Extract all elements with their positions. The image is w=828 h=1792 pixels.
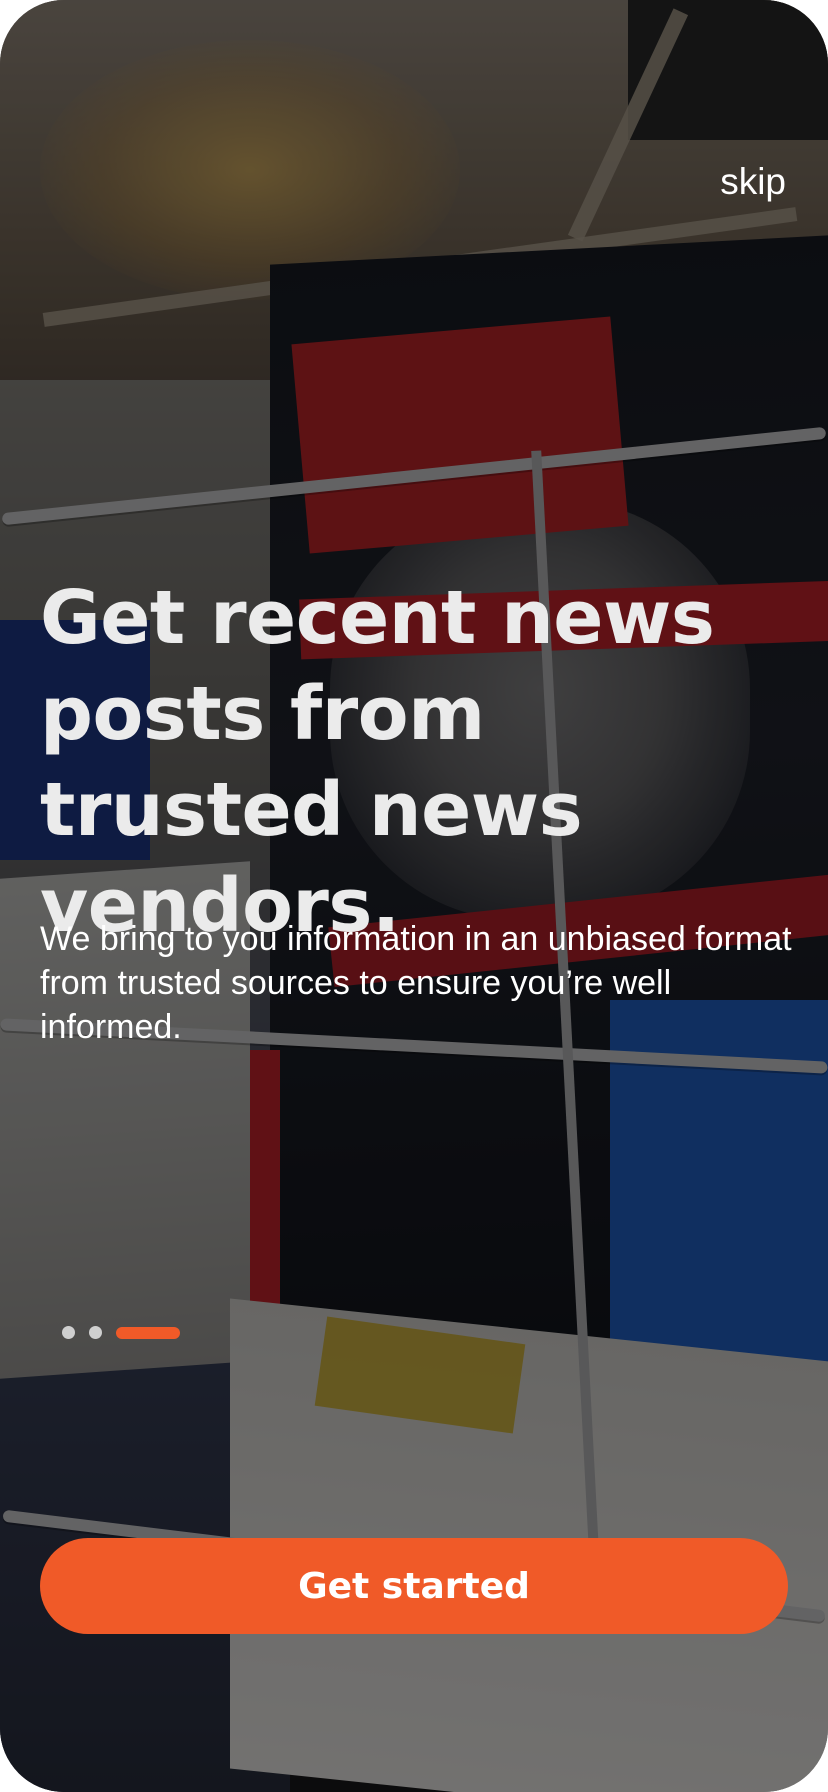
onboarding-description: We bring to you information in an unbias… bbox=[40, 920, 792, 1046]
onboarding-headline: Get recent news posts from trusted news … bbox=[40, 575, 715, 949]
onboarding-screen: skip Get recent news posts from trusted … bbox=[0, 0, 828, 1792]
page-dot[interactable] bbox=[62, 1326, 75, 1339]
page-dot-active[interactable] bbox=[116, 1326, 180, 1339]
page-dot[interactable] bbox=[89, 1326, 102, 1339]
skip-button[interactable]: skip bbox=[720, 160, 786, 204]
get-started-button[interactable]: Get started bbox=[40, 1538, 788, 1634]
page-indicator bbox=[62, 1326, 180, 1339]
